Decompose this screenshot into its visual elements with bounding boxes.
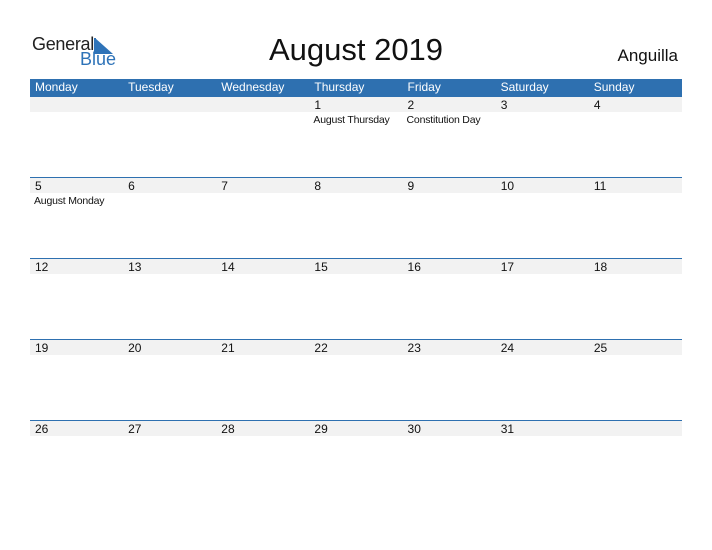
day-cell: 16 xyxy=(403,259,496,339)
day-cell: 28 xyxy=(216,421,309,501)
country-label: Anguilla xyxy=(617,46,679,65)
day-cell: 1 August Thursday xyxy=(309,97,402,177)
day-cell: 17 xyxy=(496,259,589,339)
day-number: 27 xyxy=(128,422,142,436)
weekday-friday: Friday xyxy=(407,80,441,94)
day-cell: 26 xyxy=(30,421,123,501)
day-number: 22 xyxy=(314,341,328,355)
day-number: 6 xyxy=(128,179,135,193)
day-cell: 6 xyxy=(123,178,216,258)
day-cell xyxy=(589,421,682,501)
day-number: 24 xyxy=(500,341,515,355)
day-cell: 30 xyxy=(403,421,496,501)
day-number: 7 xyxy=(221,179,228,193)
day-cell: 5 August Monday xyxy=(30,178,123,258)
day-cell: 10 xyxy=(496,178,589,258)
day-number: 4 xyxy=(593,98,601,112)
day-cell: 12 xyxy=(30,259,123,339)
day-number: 23 xyxy=(407,341,421,355)
day-cell: 25 xyxy=(589,340,682,420)
day-number: 12 xyxy=(35,260,49,274)
day-cell: 8 xyxy=(309,178,402,258)
day-number: 29 xyxy=(314,422,328,436)
weekday-monday: Monday xyxy=(35,80,78,94)
day-cell xyxy=(123,97,216,177)
day-number: 20 xyxy=(128,341,142,355)
day-number: 28 xyxy=(221,422,235,436)
day-number: 9 xyxy=(407,179,415,193)
day-cell: 9 xyxy=(403,178,496,258)
day-cell: 31 xyxy=(496,421,589,501)
day-cell: 4 xyxy=(589,97,682,177)
week-row: 19 20 21 22 23 24 25 xyxy=(30,339,682,420)
weekday-tuesday: Tuesday xyxy=(128,80,174,94)
day-cell: 20 xyxy=(123,340,216,420)
day-number: 3 xyxy=(500,98,508,112)
week-row: 26 27 28 29 30 31 xyxy=(30,420,682,501)
holiday-label: August Monday xyxy=(34,195,105,207)
day-number: 14 xyxy=(221,260,235,274)
weekday-header: Monday Tuesday Wednesday Thursday Friday… xyxy=(30,79,682,96)
week-row: 1 August Thursday 2 Constitution Day 3 4 xyxy=(30,96,682,177)
day-number: 11 xyxy=(593,179,607,193)
day-number: 2 xyxy=(407,98,415,112)
day-number: 19 xyxy=(35,341,49,355)
day-cell: 13 xyxy=(123,259,216,339)
day-number: 31 xyxy=(500,422,515,436)
day-cell: 24 xyxy=(496,340,589,420)
day-cell: 29 xyxy=(309,421,402,501)
day-cell: 2 Constitution Day xyxy=(403,97,496,177)
day-cell: 18 xyxy=(589,259,682,339)
weekday-saturday: Saturday xyxy=(500,80,549,94)
day-number: 30 xyxy=(407,422,421,436)
day-number: 13 xyxy=(128,260,142,274)
weekday-wednesday: Wednesday xyxy=(221,80,285,94)
day-cell: 7 xyxy=(216,178,309,258)
day-cell: 14 xyxy=(216,259,309,339)
day-number: 5 xyxy=(35,179,42,193)
day-number: 18 xyxy=(593,260,608,274)
day-number: 17 xyxy=(500,260,515,274)
day-cell: 22 xyxy=(309,340,402,420)
week-row: 12 13 14 15 16 17 18 xyxy=(30,258,682,339)
day-cell xyxy=(216,97,309,177)
weekday-sunday: Sunday xyxy=(593,80,635,94)
day-number: 21 xyxy=(221,341,235,355)
day-cell: 11 xyxy=(589,178,682,258)
day-cell: 15 xyxy=(309,259,402,339)
day-number: 26 xyxy=(35,422,49,436)
day-number: 25 xyxy=(593,341,608,355)
day-number: 1 xyxy=(314,98,322,112)
day-cell: 23 xyxy=(403,340,496,420)
calendar-title: August 2019 xyxy=(268,32,444,67)
day-number: 15 xyxy=(314,260,328,274)
day-number: 10 xyxy=(500,179,515,193)
day-cell: 27 xyxy=(123,421,216,501)
day-cell: 21 xyxy=(216,340,309,420)
week-row: 5 August Monday 6 7 8 9 10 11 xyxy=(30,177,682,258)
day-cell xyxy=(30,97,123,177)
day-number: 8 xyxy=(314,179,322,193)
day-number: 16 xyxy=(407,260,421,274)
holiday-label: August Thursday xyxy=(313,114,390,126)
holiday-label: Constitution Day xyxy=(406,114,481,126)
day-cell: 19 xyxy=(30,340,123,420)
day-cell: 3 xyxy=(496,97,589,177)
weekday-thursday: Thursday xyxy=(314,80,365,94)
